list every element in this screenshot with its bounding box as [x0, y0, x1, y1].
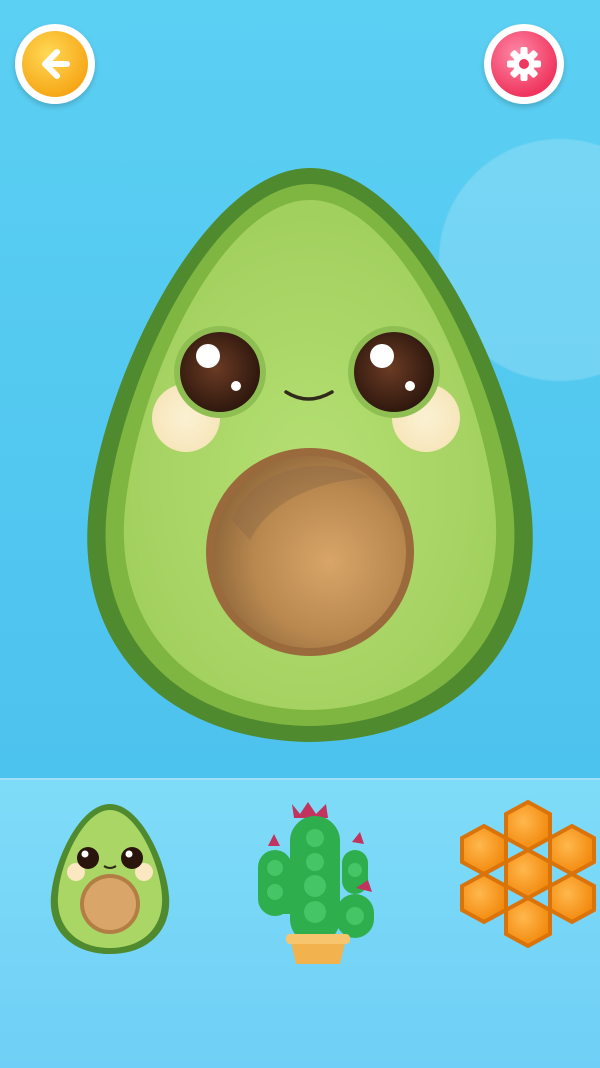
avocado-icon-eye	[121, 847, 143, 869]
avocado-icon-eye-highlight	[81, 850, 89, 858]
gear-icon	[507, 47, 541, 81]
tray-item-cactus[interactable]	[250, 798, 386, 970]
left-eye-highlight	[196, 344, 220, 368]
left-eye-highlight-small	[231, 381, 241, 391]
arrow-left-icon	[42, 49, 70, 79]
right-eye-highlight-small	[405, 381, 415, 391]
settings-button[interactable]	[484, 24, 564, 104]
cactus-pot-rim	[286, 934, 350, 944]
cactus-flower-icon	[292, 802, 328, 818]
left-eye	[180, 332, 260, 412]
cactus-left-flower	[268, 834, 280, 846]
right-eye	[354, 332, 434, 412]
tray-item-honeycomb[interactable]	[450, 796, 600, 968]
avocado-toy[interactable]	[80, 160, 540, 750]
back-button[interactable]	[15, 24, 95, 104]
cactus-right-flower	[352, 832, 364, 844]
honeycomb-icon	[460, 799, 596, 949]
avocado-icon-pit	[84, 878, 136, 930]
avocado-icon-eye	[77, 847, 99, 869]
right-eye-highlight	[370, 344, 394, 368]
avocado-icon-eye-highlight	[125, 850, 133, 858]
tray-item-avocado[interactable]	[48, 800, 172, 958]
